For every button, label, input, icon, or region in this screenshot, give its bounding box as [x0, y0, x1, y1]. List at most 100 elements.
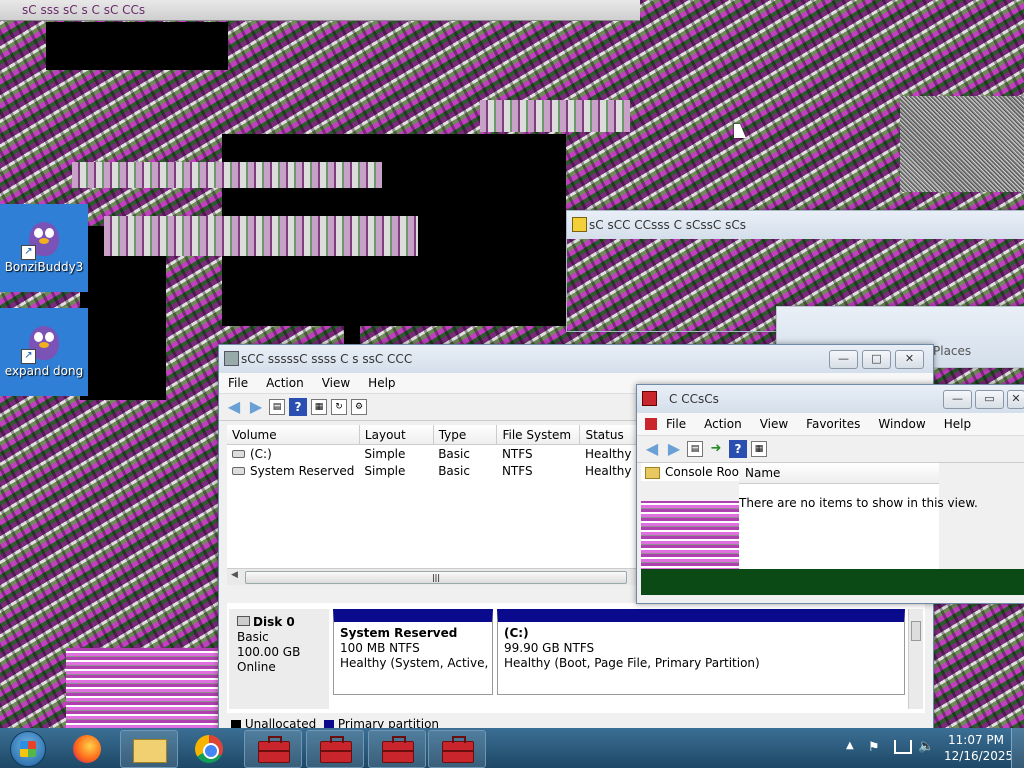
partition-name: (C:) [504, 626, 529, 640]
show-hidden-icons-icon[interactable]: ▲ [846, 740, 854, 751]
taskbar-chrome[interactable] [182, 730, 240, 768]
firefox-icon [73, 735, 101, 763]
drive-icon [232, 449, 245, 458]
maximize-button[interactable]: □ [862, 350, 891, 369]
vertical-scrollbar[interactable] [908, 609, 923, 709]
disk-size: 100.00 GB [237, 645, 301, 659]
column-header-layout[interactable]: Layout [359, 425, 434, 445]
desktop-icon-label: BonziBuddy3 [4, 260, 84, 274]
disk-info[interactable]: Disk 0 Basic 100.00 GB Online [229, 609, 329, 709]
mmc-toolbar: ◀ ▶ ▤ ➜ ? ▦ [637, 436, 1024, 463]
menu-help[interactable]: Help [935, 417, 980, 431]
column-header-type[interactable]: Type [433, 425, 498, 445]
disk-state: Online [237, 660, 276, 674]
volume-fs: NTFS [501, 463, 533, 478]
mmc-titlebar[interactable]: C CCsCs — ▭ ✕ [637, 385, 1024, 413]
disk-management-icon [224, 351, 239, 366]
forward-arrow-icon[interactable]: ▶ [247, 398, 265, 416]
scroll-thumb[interactable] [911, 621, 921, 641]
volume-name: (C:) [250, 446, 272, 461]
taskbar-mmc-2[interactable] [306, 730, 364, 768]
clock-time[interactable]: 11:07 PM [948, 733, 1004, 747]
column-header-file-system[interactable]: File System [496, 425, 581, 445]
show-hide-tree-icon[interactable]: ▤ [269, 399, 285, 415]
volume-layout: Simple [364, 463, 406, 478]
network-icon[interactable] [894, 740, 912, 754]
menu-view[interactable]: View [751, 417, 797, 431]
rescan-icon[interactable]: ⚙ [351, 399, 367, 415]
volume-status: Healthy [584, 446, 632, 461]
bonzi-icon: ↗ [21, 318, 63, 364]
properties-icon[interactable]: ▦ [311, 399, 327, 415]
volume-icon[interactable]: 🔈 [918, 739, 934, 754]
taskbar-explorer[interactable] [120, 730, 178, 768]
minimize-button[interactable]: — [829, 350, 858, 369]
close-button[interactable]: ✕ [1007, 390, 1024, 409]
horizontal-scrollbar[interactable]: ◀ ||| [227, 568, 637, 585]
show-hide-tree-icon[interactable]: ▤ [687, 441, 703, 457]
action-center-icon[interactable]: ⚑ [868, 740, 880, 755]
drive-icon [232, 466, 245, 475]
partition-size: 99.90 GB NTFS [504, 641, 595, 655]
error-window-titlebar[interactable]: sC sCC CCsss C sCssC sCs [567, 211, 1024, 239]
desktop-icon-bonzibuddy[interactable]: ↗ BonziBuddy3 [0, 204, 88, 292]
clock-date[interactable]: 12/16/2025 [944, 749, 1013, 763]
warning-icon [572, 217, 587, 232]
column-header-volume[interactable]: Volume [227, 425, 360, 445]
taskbar-firefox[interactable] [60, 730, 118, 768]
maximize-button[interactable]: ▭ [975, 390, 1004, 409]
taskbar-mmc-1[interactable] [244, 730, 302, 768]
mmc-console-window[interactable]: C CCsCs — ▭ ✕ File Action View Favorites… [636, 384, 1024, 604]
forward-arrow-icon[interactable]: ▶ [665, 440, 683, 458]
back-arrow-icon[interactable]: ◀ [643, 440, 661, 458]
help-icon[interactable]: ? [729, 440, 747, 458]
column-header-status[interactable]: Status [579, 425, 637, 445]
close-button[interactable]: ✕ [895, 350, 924, 369]
mmc-title: C CCsCs [669, 392, 719, 406]
table-row[interactable]: System Reserved Simple Basic NTFS Health… [227, 462, 637, 479]
partition-c-drive[interactable]: (C:) 99.90 GB NTFS Healthy (Boot, Page F… [497, 609, 905, 695]
taskbar-mmc-4[interactable] [428, 730, 486, 768]
column-header-name[interactable]: Name [739, 463, 939, 484]
shortcut-arrow-icon: ↗ [21, 245, 36, 260]
scroll-thumb[interactable]: ||| [245, 571, 627, 584]
menu-view[interactable]: View [313, 376, 359, 390]
places-label: Places [933, 344, 972, 358]
menu-favorites[interactable]: Favorites [797, 417, 869, 431]
menu-window[interactable]: Window [869, 417, 934, 431]
refresh-icon[interactable]: ↻ [331, 399, 347, 415]
desktop-icon-label: expand dong [4, 364, 84, 378]
help-icon[interactable]: ? [289, 398, 307, 416]
toolbox-icon [258, 736, 290, 763]
action-pane-icon[interactable]: ▦ [751, 441, 767, 457]
tree-item-console-root[interactable]: Console Roo [641, 463, 739, 481]
glitch-window-frame [104, 216, 418, 256]
desktop-icon-expand-dong[interactable]: ↗ expand dong [0, 308, 88, 396]
black-artifact [344, 286, 360, 346]
glitch-window-frame [66, 648, 218, 728]
glitch-green-bar [641, 569, 1024, 595]
windows-logo-icon [20, 741, 36, 757]
glitch-window-frame [72, 162, 382, 188]
export-list-icon[interactable]: ➜ [707, 440, 725, 458]
back-arrow-icon[interactable]: ◀ [225, 398, 243, 416]
menu-action[interactable]: Action [695, 417, 751, 431]
mouse-cursor [734, 124, 746, 138]
show-desktop-button[interactable] [1011, 728, 1024, 768]
volume-type: Basic [438, 446, 470, 461]
menu-action[interactable]: Action [257, 376, 313, 390]
scroll-left-arrow-icon[interactable]: ◀ [231, 570, 238, 580]
glitch-artifact [641, 501, 739, 571]
disk-management-titlebar[interactable]: sCC sssssC ssss C s ssC CCC — □ ✕ [219, 345, 933, 373]
bonzi-icon: ↗ [21, 214, 63, 260]
taskbar-mmc-3[interactable] [368, 730, 426, 768]
minimize-button[interactable]: — [943, 390, 972, 409]
noise-panel [900, 96, 1024, 192]
menu-file[interactable]: File [657, 417, 695, 431]
menu-file[interactable]: File [219, 376, 257, 390]
menu-help[interactable]: Help [359, 376, 404, 390]
disk-name: Disk 0 [253, 615, 295, 629]
partition-system-reserved[interactable]: System Reserved 100 MB NTFS Healthy (Sys… [333, 609, 493, 695]
table-row[interactable]: (C:) Simple Basic NTFS Healthy [227, 445, 637, 463]
start-button[interactable] [10, 731, 46, 767]
